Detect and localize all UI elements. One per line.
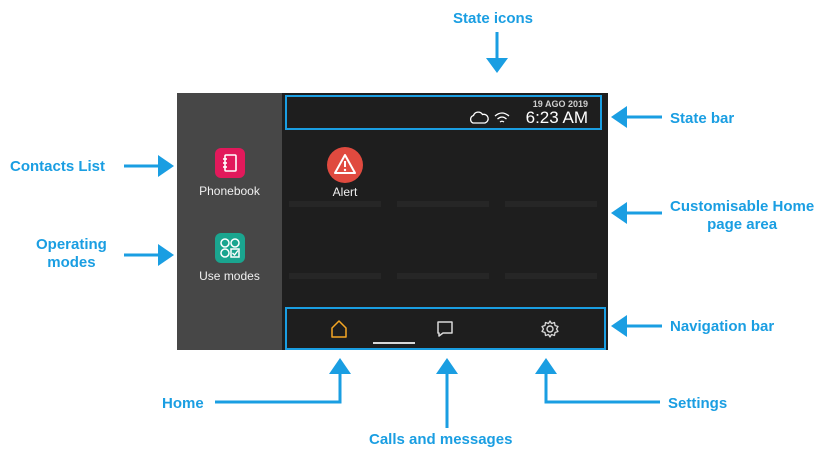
empty-slot xyxy=(397,273,489,279)
calls-messages-button[interactable] xyxy=(433,317,457,341)
state-icons xyxy=(468,109,510,127)
sidebar: Phonebook Use modes xyxy=(177,93,282,350)
use-modes-label: Use modes xyxy=(199,269,260,283)
alert-icon xyxy=(327,147,363,183)
wifi-icon xyxy=(494,112,510,123)
message-icon xyxy=(437,321,453,337)
active-page-indicator xyxy=(373,342,415,344)
alert-app[interactable]: Alert xyxy=(317,147,373,199)
alert-label: Alert xyxy=(332,185,358,199)
empty-slot xyxy=(397,201,489,207)
callout-operating-line2: modes xyxy=(47,254,96,271)
callout-state-bar: State bar xyxy=(670,110,735,127)
use-modes-app[interactable]: Use modes xyxy=(177,233,282,283)
state-time: 6:23 AM xyxy=(525,108,588,127)
device-screen: Phonebook Use modes Alert 19 AGO 2019 6:… xyxy=(177,93,608,350)
phonebook-icon xyxy=(214,148,245,178)
callout-operating-line1: Operating xyxy=(36,236,107,253)
arrowhead-settings xyxy=(535,358,557,374)
callout-contacts-list: Contacts List xyxy=(10,158,106,175)
callout-customisable-line1: Customisable Home xyxy=(670,198,815,215)
phonebook-label: Phonebook xyxy=(199,184,260,198)
arrowhead-customisable-area xyxy=(611,202,627,224)
arrowhead-calls-messages xyxy=(436,358,458,374)
arrowhead-navigation-bar xyxy=(611,315,627,337)
arrowhead-state-bar xyxy=(611,106,627,128)
arrow-settings xyxy=(544,372,660,404)
empty-slot xyxy=(289,201,381,207)
arrowhead-contacts-list xyxy=(158,155,174,177)
arrowhead-home xyxy=(329,358,351,374)
gear-icon xyxy=(541,320,559,338)
cloud-icon xyxy=(469,111,489,124)
callout-home: Home xyxy=(162,395,204,412)
use-modes-icon xyxy=(214,233,245,263)
callout-customisable-line2: page area xyxy=(707,216,778,233)
home-icon xyxy=(331,320,347,338)
callout-state-icons: State icons xyxy=(453,10,534,27)
callout-calls-messages: Calls and messages xyxy=(369,431,513,448)
phonebook-app[interactable]: Phonebook xyxy=(177,148,282,198)
arrowhead-operating-modes xyxy=(158,244,174,266)
callout-navigation-bar: Navigation bar xyxy=(670,318,775,335)
home-button[interactable] xyxy=(327,317,351,341)
empty-slot xyxy=(505,273,597,279)
arrowhead-state-icons xyxy=(486,58,508,73)
empty-slot xyxy=(289,273,381,279)
callout-customisable-area: Customisable Home page area xyxy=(670,198,814,234)
arrow-home xyxy=(215,372,342,404)
navigation-bar xyxy=(285,307,606,350)
callout-operating-modes: Operating modes xyxy=(36,236,107,272)
empty-slot xyxy=(505,201,597,207)
state-bar: 19 AGO 2019 6:23 AM xyxy=(285,95,602,130)
callout-settings: Settings xyxy=(668,395,728,412)
settings-button[interactable] xyxy=(538,317,562,341)
